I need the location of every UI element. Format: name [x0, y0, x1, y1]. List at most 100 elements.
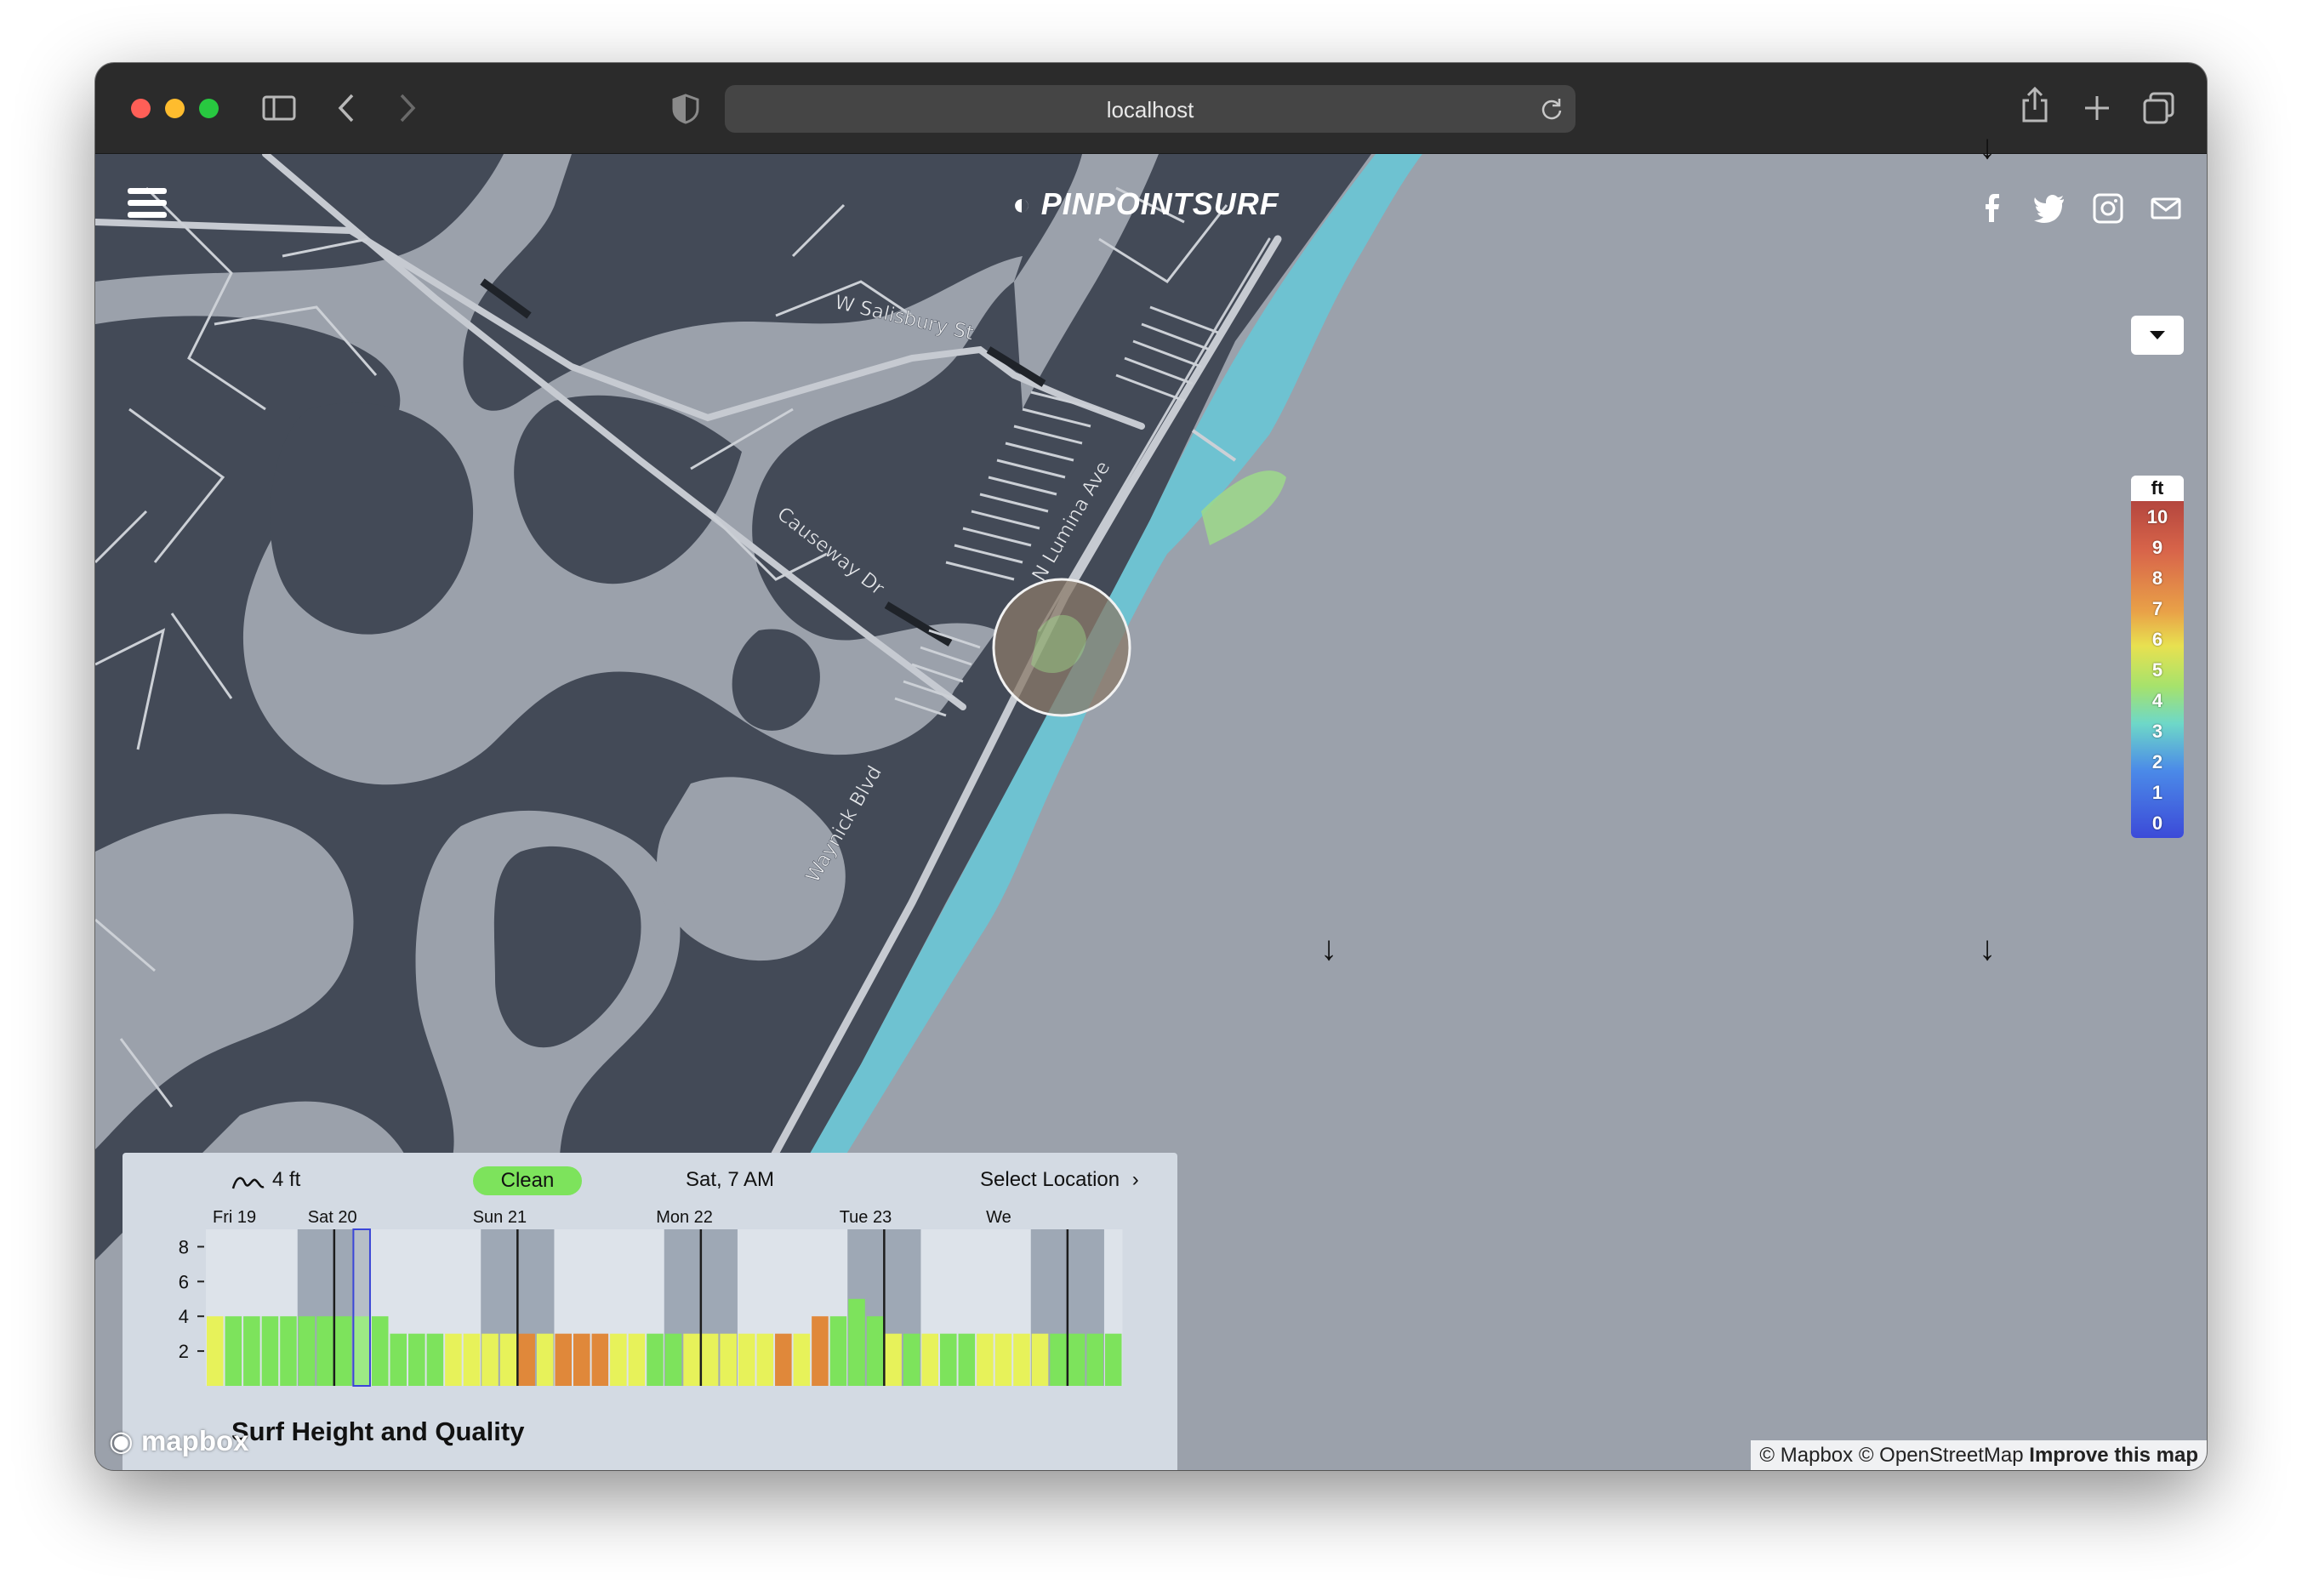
wave-height-icon	[231, 1177, 265, 1189]
forecast-time: Sat, 7 AM	[686, 1168, 775, 1191]
surf-bar	[463, 1333, 481, 1386]
legend-label: 5	[2151, 659, 2163, 681]
y-tick-label: 8	[179, 1236, 189, 1257]
surf-bar	[738, 1333, 755, 1386]
legend-label: 4	[2151, 690, 2163, 711]
surf-bar	[793, 1333, 811, 1386]
share-icon[interactable]	[2020, 87, 2049, 124]
surf-bar	[243, 1316, 260, 1386]
surf-bar	[1050, 1333, 1067, 1386]
swell-direction-arrow-icon: ↓	[1320, 930, 1337, 967]
mapbox-logo[interactable]: ◉ mapbox	[109, 1424, 249, 1457]
swell-direction-arrow-icon: ↓	[1979, 930, 1996, 967]
legend-label: 10	[2146, 506, 2168, 527]
surf-bar	[481, 1333, 499, 1386]
surf-bar	[207, 1316, 224, 1386]
swell-direction-arrow-icon: ↓	[1979, 128, 1996, 166]
surf-bar	[829, 1316, 847, 1386]
day-label: Sun 21	[473, 1208, 527, 1227]
back-icon[interactable]	[335, 92, 361, 124]
legend-scale: 10 9 8 7 6 5 4 3 2 1 0	[2131, 501, 2184, 838]
quality-badge: Clean	[473, 1166, 582, 1195]
legend-label: 9	[2151, 537, 2163, 558]
surf-bar	[261, 1316, 279, 1386]
legend-label: 0	[2151, 812, 2163, 834]
day-label: Mon 22	[656, 1208, 713, 1227]
y-tick-label: 6	[179, 1271, 189, 1292]
legend-label: 6	[2151, 629, 2163, 650]
surf-bar	[683, 1333, 700, 1386]
surf-bar	[1031, 1333, 1049, 1386]
surf-bar	[610, 1333, 627, 1386]
surf-bar	[664, 1333, 682, 1386]
legend-unit: ft	[2131, 476, 2184, 501]
surf-bar	[573, 1333, 590, 1386]
facebook-icon[interactable]	[1975, 191, 2009, 225]
surf-bar	[518, 1333, 535, 1386]
day-label: Sat 20	[308, 1208, 357, 1227]
surf-bar	[280, 1316, 297, 1386]
day-label: Tue 23	[840, 1208, 892, 1227]
forecast-panel: 4 ft Clean Sat, 7 AM Select Location › 2…	[123, 1153, 1177, 1470]
osm-attribution-link[interactable]: © OpenStreetMap	[1859, 1444, 2024, 1467]
mail-icon[interactable]	[2149, 191, 2183, 225]
surf-bar	[1068, 1333, 1085, 1386]
brand-logo[interactable]: ◐ PINPOINTSURF	[1012, 186, 1279, 222]
surf-bar	[775, 1333, 792, 1386]
surf-bar	[298, 1316, 316, 1386]
surf-bar	[921, 1333, 938, 1386]
day-label: Fri 19	[213, 1208, 256, 1227]
legend-label: 2	[2151, 751, 2163, 772]
mapbox-logo-text: mapbox	[140, 1425, 249, 1456]
surf-bar	[994, 1333, 1012, 1386]
instagram-icon[interactable]	[2091, 191, 2125, 225]
surf-bar	[647, 1333, 664, 1386]
layer-dropdown-button[interactable]	[2131, 316, 2184, 355]
mapbox-logo-icon: ◉	[109, 1425, 134, 1456]
height-legend: ft 10 9 8 7 6 5 4 3 2 1 0	[2131, 476, 2184, 838]
surf-bar	[903, 1333, 920, 1386]
surf-bar	[1104, 1333, 1122, 1386]
surf-bar	[591, 1333, 609, 1386]
surf-bar	[977, 1333, 994, 1386]
surf-bar	[316, 1316, 333, 1386]
browser-window: localhost W Salisbury St Causeway Dr N L…	[95, 63, 2207, 1470]
hamburger-menu-button[interactable]	[128, 188, 167, 227]
twitter-icon[interactable]	[2033, 191, 2067, 225]
caret-down-icon	[2150, 331, 2165, 339]
surf-bar	[499, 1333, 517, 1386]
new-tab-icon[interactable]	[2083, 94, 2111, 123]
map-viewport[interactable]: W Salisbury St Causeway Dr N Lumina Ave …	[95, 128, 2207, 1470]
surf-bar	[1013, 1333, 1030, 1386]
close-window-button[interactable]	[131, 99, 151, 118]
surf-bar	[940, 1333, 957, 1386]
surf-bar	[958, 1333, 976, 1386]
surf-chart[interactable]: 2 4 6 8 Fri 19 Sat 20 Sun 21 Mon 22 Tue 23 We	[123, 1204, 1177, 1416]
minimize-window-button[interactable]	[165, 99, 185, 118]
reload-icon[interactable]	[1540, 97, 1564, 121]
surf-height-value: 4 ft	[272, 1168, 301, 1191]
surf-bar	[536, 1333, 554, 1386]
tab-overview-icon[interactable]	[2142, 92, 2176, 126]
y-tick-label: 2	[179, 1341, 189, 1362]
surf-bar	[390, 1333, 407, 1386]
forward-icon[interactable]	[395, 92, 420, 124]
legend-label: 8	[2151, 567, 2163, 589]
address-bar[interactable]: localhost	[725, 85, 1576, 133]
surf-bar	[371, 1316, 389, 1386]
improve-map-link[interactable]: Improve this map	[2029, 1444, 2198, 1467]
surf-bar	[1086, 1333, 1103, 1386]
sidebar-icon[interactable]	[262, 94, 296, 123]
legend-label: 3	[2151, 721, 2163, 742]
logo-text: PINPOINTSURF	[1040, 186, 1279, 221]
select-location-button[interactable]: Select Location ›	[980, 1168, 1139, 1192]
surf-bar	[866, 1316, 884, 1386]
surf-bar	[885, 1333, 902, 1386]
zoom-window-button[interactable]	[199, 99, 219, 118]
chevron-right-icon: ›	[1131, 1168, 1139, 1191]
select-location-label: Select Location	[980, 1168, 1120, 1191]
shield-icon[interactable]	[672, 94, 699, 124]
browser-toolbar: localhost	[95, 63, 2207, 154]
surf-bar	[225, 1316, 242, 1386]
mapbox-attribution-link[interactable]: © Mapbox	[1759, 1444, 1853, 1467]
